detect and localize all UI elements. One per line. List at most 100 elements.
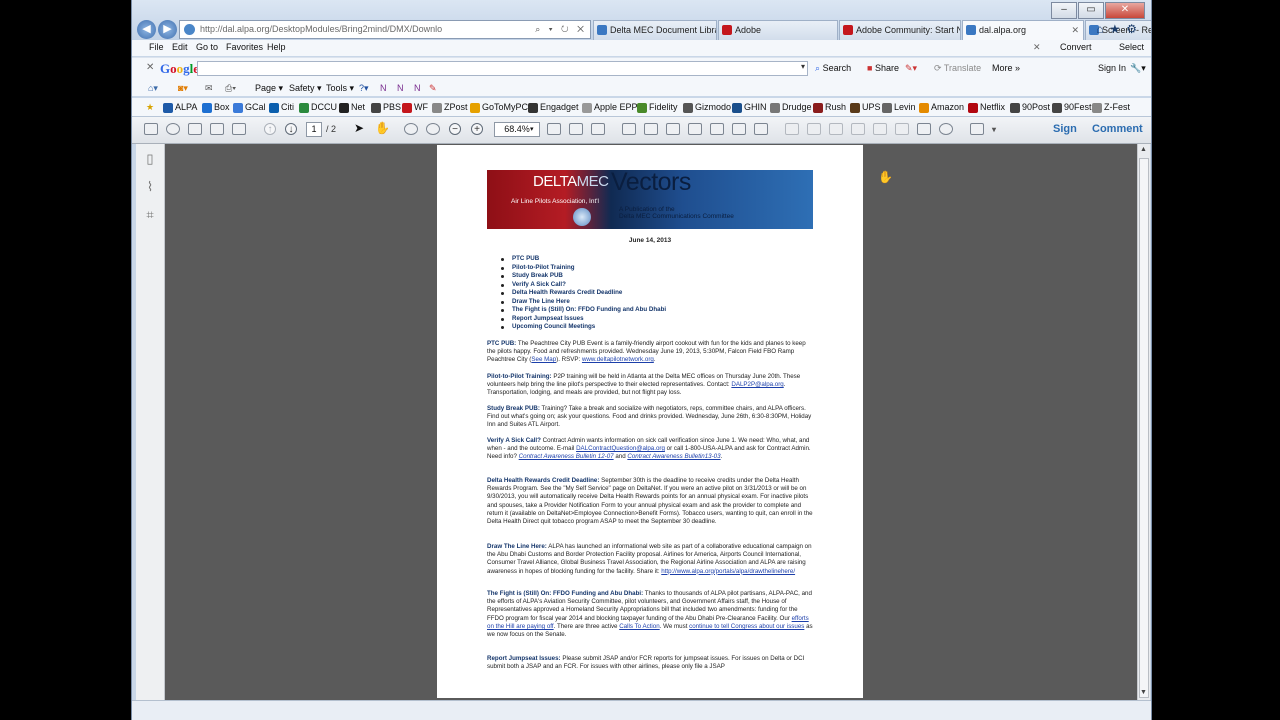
calls-to-action-link[interactable]: Calls To Action	[619, 623, 659, 630]
fav-dccu[interactable]: DCCU	[299, 102, 337, 113]
fav-90post[interactable]: 90Post	[1010, 102, 1050, 113]
sign-button[interactable]: Sign	[1053, 123, 1077, 135]
onenote-icon[interactable]: N	[397, 83, 404, 93]
fav-90fest[interactable]: 90Fest	[1052, 102, 1092, 113]
fav-engadget[interactable]: Engadget	[528, 102, 579, 113]
minimize-button[interactable]: –	[1051, 2, 1077, 19]
fav-apple-epp[interactable]: Apple EPP	[582, 102, 638, 113]
onenote-icon[interactable]: N	[414, 83, 421, 93]
forward-button[interactable]: ▶	[158, 20, 177, 39]
previous-page-icon[interactable]: ↑	[264, 123, 276, 135]
favorites-star-icon[interactable]: ★	[146, 102, 154, 113]
single-page-icon[interactable]	[666, 123, 680, 135]
fav-amazon[interactable]: Amazon	[919, 102, 964, 113]
more-button[interactable]: More »	[992, 63, 1020, 73]
binoculars-icon[interactable]: ⌗	[143, 208, 157, 222]
dynamic-zoom-icon[interactable]	[426, 123, 440, 135]
zoom-in-icon[interactable]: +	[471, 123, 483, 135]
fav-alpa[interactable]: ALPA	[163, 102, 197, 113]
fit-page-icon[interactable]	[591, 123, 605, 135]
email-icon[interactable]	[232, 123, 246, 135]
find-icon[interactable]	[939, 123, 953, 135]
fav-citi[interactable]: Citi	[269, 102, 294, 113]
copy-icon[interactable]	[873, 123, 887, 135]
hand-tool-icon[interactable]: ✋	[375, 122, 390, 135]
bookmark-icon[interactable]: ✎▾	[905, 63, 917, 74]
scroll-thumb[interactable]	[1139, 158, 1149, 698]
select-arrow-icon[interactable]: ➤	[354, 122, 368, 135]
bulletin-12-07-link[interactable]: Contract Awareness Bulletin 12-07	[519, 453, 614, 460]
home-favorites-tools-icon[interactable]: ⌂★⚙	[1096, 22, 1143, 36]
feeds-icon[interactable]: ◙▾	[178, 83, 188, 94]
edit-icon[interactable]	[210, 123, 224, 135]
wrench-icon[interactable]: 🔧▾	[1130, 63, 1146, 74]
select-button[interactable]: Select	[1119, 42, 1144, 52]
chevron-down-icon[interactable]: ▾	[801, 62, 805, 71]
safety-menu[interactable]: Safety ▾	[289, 83, 322, 94]
menu-file[interactable]: File	[149, 42, 164, 52]
two-page-scroll-icon[interactable]	[732, 123, 746, 135]
help-menu[interactable]: ?▾	[359, 83, 369, 94]
print-icon[interactable]: ⎙▾	[225, 83, 236, 94]
p2p-email-link[interactable]: DALP2P@alpa.org	[731, 381, 783, 388]
tab-close-icon[interactable]: ✕	[1071, 21, 1079, 40]
fav-gcal[interactable]: GCal	[233, 102, 266, 113]
zoom-out-icon[interactable]: −	[449, 123, 461, 135]
attachments-icon[interactable]: ⌇	[143, 180, 157, 194]
save-icon[interactable]	[144, 123, 158, 135]
google-search-input[interactable]: ▾	[197, 61, 808, 76]
actual-size-icon[interactable]	[547, 123, 561, 135]
tab-adobe-community[interactable]: Adobe Community: Start N...	[839, 20, 961, 40]
fav-ups[interactable]: UPS	[850, 102, 881, 113]
fav-pbs[interactable]: PBS	[371, 102, 401, 113]
tab-dal-alpa[interactable]: dal.alpa.org ✕	[962, 20, 1084, 40]
scroll-up-icon[interactable]: ▲	[1140, 146, 1147, 153]
undo-icon[interactable]	[807, 123, 821, 135]
page-layout-icon[interactable]	[754, 123, 768, 135]
rotate-icon[interactable]	[644, 123, 658, 135]
fav-rush[interactable]: Rush	[813, 102, 846, 113]
sign-document-icon[interactable]	[785, 123, 799, 135]
fav-levin[interactable]: Levin	[882, 102, 916, 113]
fav-net[interactable]: Net	[339, 102, 365, 113]
paste-icon[interactable]	[895, 123, 909, 135]
cut-icon[interactable]	[851, 123, 865, 135]
fav-ghin[interactable]: GHIN	[732, 102, 767, 113]
chevron-down-icon[interactable]: ▾	[530, 125, 534, 133]
fav-zpost[interactable]: ZPost	[432, 102, 468, 113]
vertical-scrollbar[interactable]: ▲ ▼	[1137, 144, 1150, 700]
bulletin-13-03-link[interactable]: Contract Awareness Bulletin13-03	[627, 453, 720, 460]
close-toolbar-icon[interactable]: ✕	[146, 62, 154, 73]
print-icon[interactable]	[188, 123, 202, 135]
scroll-down-icon[interactable]: ▼	[1140, 689, 1147, 696]
address-bar[interactable]: http://dal.alpa.org/DesktopModules/Bring…	[179, 20, 591, 39]
fav-netflix[interactable]: Netflix	[968, 102, 1005, 113]
tab-delta-mec-library[interactable]: Delta MEC Document Library	[593, 20, 717, 40]
close-window-button[interactable]: ✕	[1105, 2, 1145, 19]
translate-button[interactable]: ⟳ Translate	[934, 63, 981, 74]
fit-width-icon[interactable]	[569, 123, 583, 135]
back-button[interactable]: ◀	[137, 20, 156, 39]
fav-z-fest[interactable]: Z-Fest	[1092, 102, 1130, 113]
tools-menu[interactable]: Tools ▾	[326, 83, 354, 94]
tell-congress-link[interactable]: continue to tell Congress about our issu…	[689, 623, 804, 630]
sign-in-button[interactable]: Sign In	[1098, 63, 1126, 73]
fav-box[interactable]: Box	[202, 102, 230, 113]
comment-button[interactable]: Comment	[1092, 123, 1143, 135]
fav-wf[interactable]: WF	[402, 102, 428, 113]
expand-icon[interactable]	[970, 123, 984, 135]
two-page-icon[interactable]	[710, 123, 724, 135]
drawthelinehere-link[interactable]: http://www.alpa.org/portals/alpa/drawthe…	[661, 568, 795, 575]
fav-fidelity[interactable]: Fidelity	[637, 102, 678, 113]
fav-drudge[interactable]: Drudge	[770, 102, 812, 113]
fav-gizmodo[interactable]: Gizmodo	[683, 102, 731, 113]
maximize-button[interactable]: ▭	[1078, 2, 1104, 19]
chevron-down-icon[interactable]: ▾	[992, 125, 996, 134]
tab-adobe[interactable]: Adobe	[718, 20, 838, 40]
redo-icon[interactable]	[829, 123, 843, 135]
snapshot-icon[interactable]	[917, 123, 931, 135]
menu-help[interactable]: Help	[267, 42, 286, 52]
close-menubar-icon[interactable]: ✕	[1033, 42, 1041, 53]
onenote-icon[interactable]: N	[380, 83, 387, 93]
share-button[interactable]: ■ Share	[867, 63, 899, 73]
